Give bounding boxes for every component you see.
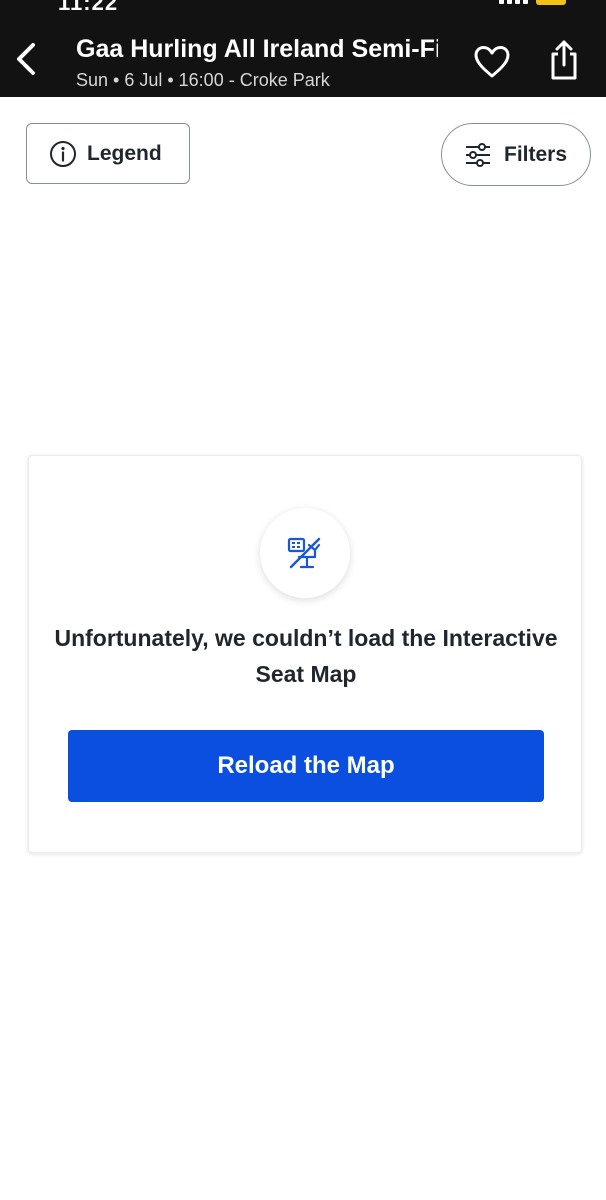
error-icon-badge <box>260 508 350 598</box>
signal-icon <box>499 0 528 4</box>
status-bar: 11:22 <box>0 0 606 20</box>
event-subtitle: Sun • 6 Jul • 16:00 - Croke Park <box>76 70 330 90</box>
share-icon <box>551 40 577 80</box>
battery-icon <box>536 0 566 5</box>
filters-button[interactable]: Filters <box>441 123 591 186</box>
reload-map-button[interactable]: Reload the Map <box>68 730 544 802</box>
map-unavailable-icon <box>287 537 321 569</box>
event-header: Gaa Hurling All Ireland Semi-Final Sun •… <box>0 20 606 97</box>
error-message: Unfortunately, we couldn’t load the Inte… <box>54 625 558 687</box>
chevron-left-icon <box>17 43 35 75</box>
back-button[interactable] <box>6 37 46 81</box>
info-icon <box>50 140 76 167</box>
sliders-icon <box>466 142 490 167</box>
share-button[interactable] <box>542 36 586 84</box>
event-title: Gaa Hurling All Ireland Semi-Final <box>76 35 438 63</box>
status-time: 11:22 <box>58 0 119 15</box>
filters-label: Filters <box>504 142 568 166</box>
seat-map-error-card: Unfortunately, we couldn’t load the Inte… <box>28 455 582 853</box>
legend-label: Legend <box>87 141 162 165</box>
favorite-button[interactable] <box>470 40 514 84</box>
heart-icon <box>474 46 510 78</box>
status-indicators <box>499 0 566 6</box>
legend-button[interactable]: Legend <box>26 123 190 184</box>
